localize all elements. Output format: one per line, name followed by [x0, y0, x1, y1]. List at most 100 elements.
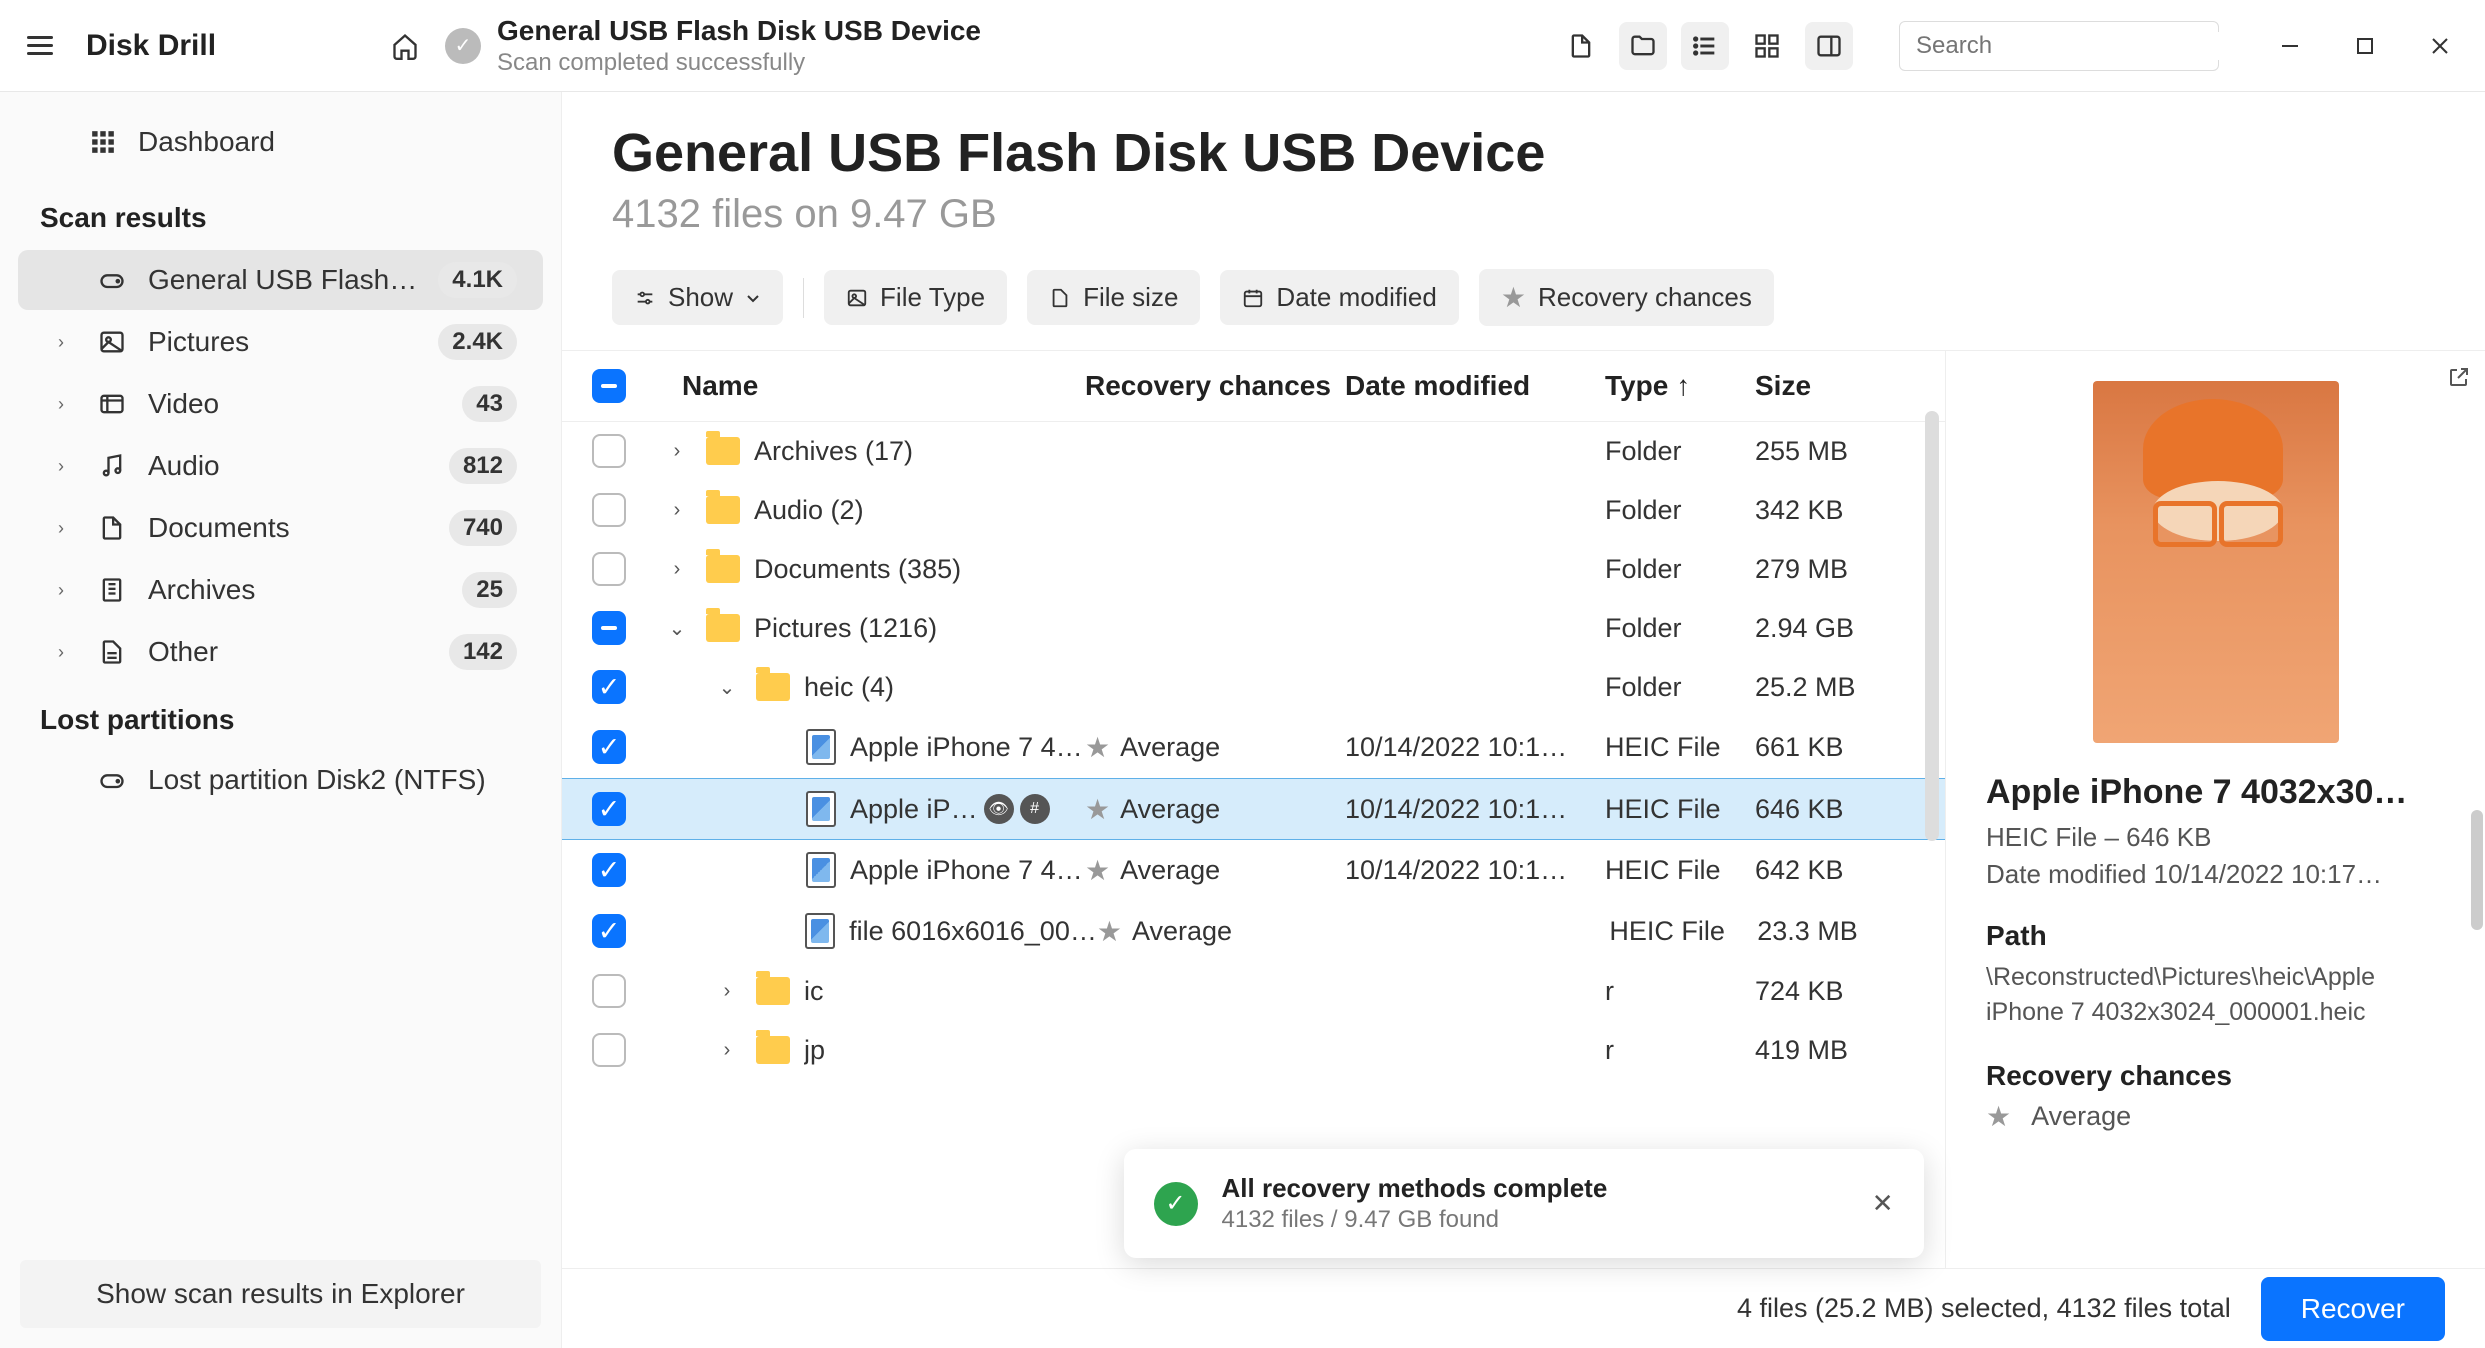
search-input[interactable] — [1916, 32, 2226, 60]
expand-toggle[interactable]: ⌄ — [662, 616, 692, 641]
expand-toggle[interactable]: › — [712, 980, 742, 1003]
search-box[interactable] — [1899, 21, 2219, 71]
expand-toggle[interactable]: › — [662, 558, 692, 581]
preview-panel: Apple iPhone 7 4032x30… HEIC File – 646 … — [1945, 351, 2485, 1268]
row-checkbox[interactable] — [592, 1033, 626, 1067]
preview-image — [2093, 381, 2339, 743]
chevron-down-icon — [745, 290, 761, 306]
toast-close-button[interactable]: ✕ — [1872, 1188, 1894, 1219]
sidebar-item-4[interactable]: ›Documents740 — [18, 498, 543, 558]
file-type-filter[interactable]: File Type — [824, 270, 1007, 325]
show-in-explorer-button[interactable]: Show scan results in Explorer — [20, 1260, 541, 1328]
pop-out-button[interactable] — [2447, 365, 2471, 396]
table-row[interactable]: ✓ Apple iP… 👁# ★Average 10/14/2022 10:1…… — [562, 778, 1945, 840]
count-badge: 2.4K — [438, 324, 517, 360]
expand-toggle[interactable]: › — [662, 499, 692, 522]
column-recovery[interactable]: Recovery chances — [1085, 370, 1345, 402]
row-checkbox[interactable] — [592, 611, 626, 645]
dashboard-label: Dashboard — [138, 126, 275, 158]
table-row[interactable]: ✓ file 6016x6016_00… ★Average HEIC File … — [562, 901, 1945, 962]
star-icon: ★ — [1986, 1100, 2011, 1133]
sidebar-item-6[interactable]: ›Other142 — [18, 622, 543, 682]
category-icon — [96, 574, 128, 606]
sidebar-item-1[interactable]: ›Pictures2.4K — [18, 312, 543, 372]
table-row[interactable]: › Audio (2) Folder 342 KB — [562, 481, 1945, 540]
file-name: ic — [804, 976, 824, 1007]
minimize-button[interactable] — [2265, 21, 2315, 71]
show-filter-button[interactable]: Show — [612, 270, 783, 325]
table-row[interactable]: ✓ Apple iPhone 7 4… ★Average 10/14/2022 … — [562, 840, 1945, 901]
table-row[interactable]: ✓ Apple iPhone 7 4… ★Average 10/14/2022 … — [562, 717, 1945, 778]
recover-button[interactable]: Recover — [2261, 1277, 2445, 1341]
folder-icon — [756, 673, 790, 701]
close-button[interactable] — [2415, 21, 2465, 71]
row-checkbox[interactable]: ✓ — [592, 730, 626, 764]
heic-file-icon — [806, 852, 836, 888]
menu-button[interactable] — [20, 26, 60, 66]
table-row[interactable]: › ic r 724 KB — [562, 962, 1945, 1021]
column-type[interactable]: Type ↑ — [1605, 370, 1755, 402]
file-size-filter[interactable]: File size — [1027, 270, 1200, 325]
list-view-button[interactable] — [1681, 22, 1729, 70]
expand-toggle[interactable]: ⌄ — [712, 675, 742, 700]
column-size[interactable]: Size — [1755, 370, 1915, 402]
expand-toggle[interactable]: › — [712, 1039, 742, 1062]
preview-eye-button[interactable]: 👁 — [984, 794, 1014, 824]
preview-scrollbar[interactable] — [2471, 810, 2483, 930]
row-checkbox[interactable] — [592, 974, 626, 1008]
row-checkbox[interactable] — [592, 434, 626, 468]
size-value: 342 KB — [1755, 495, 1915, 526]
header-status-text: Scan completed successfully — [497, 49, 981, 77]
row-checkbox[interactable]: ✓ — [592, 853, 626, 887]
row-checkbox[interactable] — [592, 493, 626, 527]
sidebar-item-2[interactable]: ›Video43 — [18, 374, 543, 434]
table-row[interactable]: › Archives (17) Folder 255 MB — [562, 422, 1945, 481]
count-badge: 4.1K — [438, 262, 517, 298]
row-checkbox[interactable]: ✓ — [592, 792, 626, 826]
grid-view-button[interactable] — [1743, 22, 1791, 70]
dashboard-link[interactable]: Dashboard — [0, 112, 561, 172]
row-checkbox[interactable]: ✓ — [592, 914, 626, 948]
disk-icon — [96, 764, 128, 796]
file-name: Apple iPhone 7 4… — [850, 855, 1083, 886]
sidebar-item-5[interactable]: ›Archives25 — [18, 560, 543, 620]
heic-file-icon — [805, 913, 835, 949]
recovery-chance-value: Average — [1120, 855, 1220, 886]
chevron-right-icon: › — [58, 456, 76, 477]
column-name[interactable]: Name — [652, 370, 1085, 402]
lost-partition-item[interactable]: Lost partition Disk2 (NTFS) — [18, 752, 543, 808]
table-row[interactable]: › Documents (385) Folder 279 MB — [562, 540, 1945, 599]
count-badge: 812 — [449, 448, 517, 484]
success-check-icon: ✓ — [1154, 1182, 1198, 1226]
column-date[interactable]: Date modified — [1345, 370, 1605, 402]
folder-view-button[interactable] — [1619, 22, 1667, 70]
select-all-checkbox[interactable] — [592, 369, 626, 403]
date-modified-filter[interactable]: Date modified — [1220, 270, 1458, 325]
file-icon-button[interactable] — [1557, 22, 1605, 70]
table-row[interactable]: › jp r 419 MB — [562, 1021, 1945, 1080]
count-badge: 142 — [449, 634, 517, 670]
count-badge: 25 — [462, 572, 517, 608]
hex-view-button[interactable]: # — [1020, 794, 1050, 824]
row-checkbox[interactable]: ✓ — [592, 670, 626, 704]
row-checkbox[interactable] — [592, 552, 626, 586]
folder-icon — [706, 437, 740, 465]
preview-meta-type: HEIC File – 646 KB — [1986, 822, 2445, 853]
size-value: 25.2 MB — [1755, 672, 1915, 703]
category-icon — [96, 326, 128, 358]
type-value: r — [1605, 1035, 1755, 1066]
table-row[interactable]: ⌄ Pictures (1216) Folder 2.94 GB — [562, 599, 1945, 658]
maximize-button[interactable] — [2340, 21, 2390, 71]
category-icon — [96, 264, 128, 296]
table-row[interactable]: ✓ ⌄ heic (4) Folder 25.2 MB — [562, 658, 1945, 717]
panel-toggle-button[interactable] — [1805, 22, 1853, 70]
sidebar-item-3[interactable]: ›Audio812 — [18, 436, 543, 496]
folder-icon — [706, 555, 740, 583]
sidebar-item-label: Archives — [148, 574, 442, 606]
sidebar-item-0[interactable]: General USB Flash Disk...4.1K — [18, 250, 543, 310]
scrollbar[interactable] — [1925, 411, 1939, 841]
calendar-icon — [1242, 287, 1264, 309]
recovery-chances-filter[interactable]: ★ Recovery chances — [1479, 269, 1774, 326]
expand-toggle[interactable]: › — [662, 440, 692, 463]
home-button[interactable] — [381, 22, 429, 70]
